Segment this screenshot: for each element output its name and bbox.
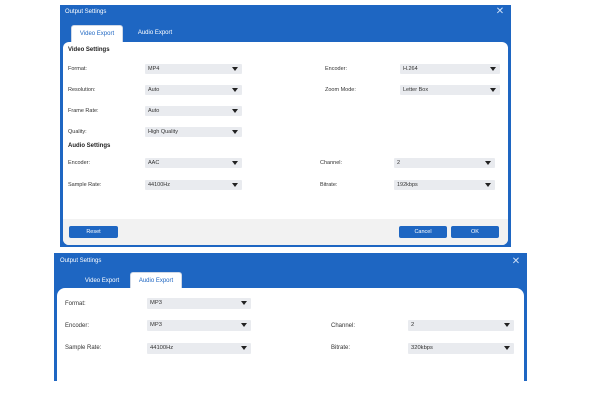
reset-button[interactable]: Reset bbox=[69, 226, 118, 238]
sample-rate-value: 44100Hz bbox=[150, 345, 174, 351]
ok-button[interactable]: OK bbox=[451, 226, 499, 238]
dialog-title: Output Settings bbox=[60, 258, 102, 264]
dialog-titlebar: Output Settings ✕ bbox=[60, 5, 511, 25]
output-settings-dialog-video: Output Settings ✕ Video Export Audio Exp… bbox=[60, 5, 511, 247]
resolution-value: Auto bbox=[148, 87, 160, 93]
sample-rate-value: 44100Hz bbox=[148, 182, 171, 188]
channel-value: 2 bbox=[411, 322, 415, 328]
chevron-down-icon bbox=[232, 161, 238, 165]
chevron-down-icon bbox=[232, 183, 238, 187]
bitrate-select[interactable]: 192kbps bbox=[394, 180, 495, 190]
chevron-down-icon bbox=[490, 67, 496, 71]
format-label: Format: bbox=[65, 301, 86, 307]
chevron-down-icon bbox=[504, 323, 510, 327]
quality-select[interactable]: High Quality bbox=[145, 127, 242, 137]
channel-label: Channel: bbox=[331, 323, 356, 329]
output-settings-dialog-audio: Output Settings ✕ Video Export Audio Exp… bbox=[54, 253, 527, 381]
chevron-down-icon bbox=[485, 161, 491, 165]
audio-encoder-select[interactable]: AAC bbox=[145, 158, 242, 168]
zoom-mode-select[interactable]: Letter Box bbox=[400, 85, 500, 95]
zoom-mode-label: Zoom Mode: bbox=[325, 87, 356, 93]
format-select[interactable]: MP4 bbox=[145, 64, 242, 74]
encoder-value: H.264 bbox=[403, 66, 418, 72]
format-value: MP3 bbox=[150, 300, 162, 306]
chevron-down-icon bbox=[232, 109, 238, 113]
dialog-title: Output Settings bbox=[65, 9, 107, 15]
audio-export-panel: Format: MP3 Encoder: MP3 Sample Rate: 44… bbox=[57, 288, 524, 381]
audio-settings-heading: Audio Settings bbox=[68, 143, 111, 149]
tab-audio-export[interactable]: Audio Export bbox=[132, 25, 178, 42]
encoder-label: Encoder: bbox=[65, 323, 90, 329]
resolution-label: Resolution: bbox=[68, 87, 96, 93]
format-value: MP4 bbox=[148, 66, 160, 72]
format-label: Format: bbox=[68, 66, 87, 72]
encoder-label: Encoder: bbox=[325, 66, 348, 72]
dialog-titlebar: Output Settings ✕ bbox=[54, 253, 527, 273]
chevron-down-icon bbox=[485, 183, 491, 187]
chevron-down-icon bbox=[241, 301, 247, 305]
channel-select[interactable]: 2 bbox=[408, 320, 514, 331]
frame-rate-label: Frame Rate: bbox=[68, 108, 99, 114]
chevron-down-icon bbox=[241, 346, 247, 350]
sample-rate-label: Sample Rate: bbox=[68, 182, 102, 188]
channel-value: 2 bbox=[397, 160, 401, 166]
encoder-value: MP3 bbox=[150, 322, 162, 328]
encoder-select[interactable]: MP3 bbox=[147, 320, 251, 331]
bitrate-label: Bitrate: bbox=[331, 345, 351, 351]
close-icon[interactable]: ✕ bbox=[511, 257, 521, 267]
bitrate-label: Bitrate: bbox=[320, 182, 338, 188]
channel-label: Channel: bbox=[320, 160, 343, 166]
dialog-footer: Reset Cancel OK bbox=[63, 219, 508, 245]
quality-value: High Quality bbox=[148, 129, 178, 135]
quality-label: Quality: bbox=[68, 129, 87, 135]
video-export-panel: Video Settings Format: MP4 Resolution: A… bbox=[63, 42, 508, 245]
audio-encoder-label: Encoder: bbox=[68, 160, 91, 166]
chevron-down-icon bbox=[232, 88, 238, 92]
encoder-select[interactable]: H.264 bbox=[400, 64, 500, 74]
close-icon[interactable]: ✕ bbox=[495, 7, 505, 17]
resolution-select[interactable]: Auto bbox=[145, 85, 242, 95]
tab-video-export[interactable]: Video Export bbox=[71, 25, 123, 42]
cancel-button[interactable]: Cancel bbox=[399, 226, 447, 238]
chevron-down-icon bbox=[490, 88, 496, 92]
frame-rate-value: Auto bbox=[148, 108, 160, 114]
zoom-mode-value: Letter Box bbox=[403, 87, 429, 93]
bitrate-value: 192kbps bbox=[397, 182, 418, 188]
sample-rate-select[interactable]: 44100Hz bbox=[147, 343, 251, 354]
video-settings-heading: Video Settings bbox=[68, 47, 110, 53]
frame-rate-select[interactable]: Auto bbox=[145, 106, 242, 116]
channel-select[interactable]: 2 bbox=[394, 158, 495, 168]
chevron-down-icon bbox=[232, 67, 238, 71]
chevron-down-icon bbox=[504, 346, 510, 350]
chevron-down-icon bbox=[232, 130, 238, 134]
audio-encoder-value: AAC bbox=[148, 160, 160, 166]
sample-rate-label: Sample Rate: bbox=[65, 345, 102, 351]
tab-audio-export[interactable]: Audio Export bbox=[130, 272, 182, 289]
bitrate-value: 320kbps bbox=[411, 345, 433, 351]
chevron-down-icon bbox=[241, 323, 247, 327]
tab-video-export[interactable]: Video Export bbox=[72, 273, 132, 289]
bitrate-select[interactable]: 320kbps bbox=[408, 343, 514, 354]
format-select[interactable]: MP3 bbox=[147, 298, 251, 309]
sample-rate-select[interactable]: 44100Hz bbox=[145, 180, 242, 190]
